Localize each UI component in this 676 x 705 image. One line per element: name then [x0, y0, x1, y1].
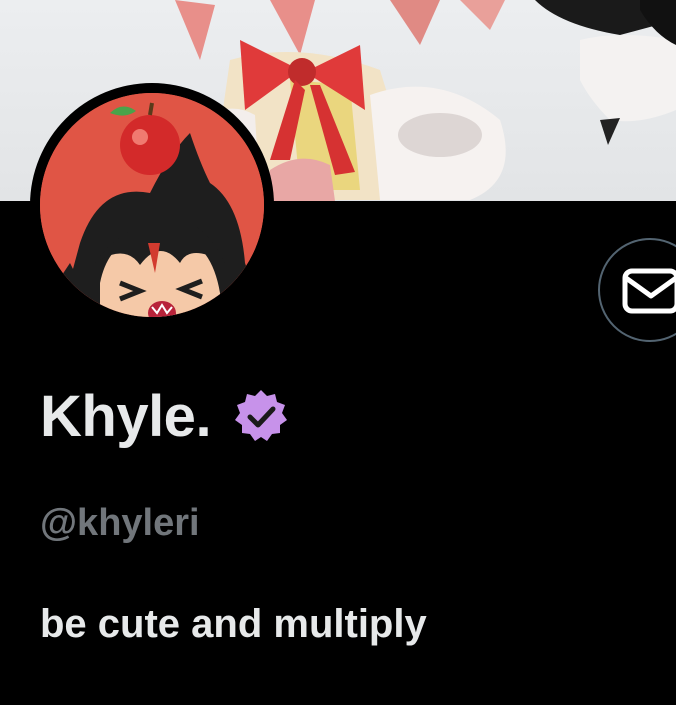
profile-avatar[interactable] [30, 83, 274, 327]
avatar-image [40, 93, 264, 317]
profile-bio: be cute and multiply [40, 602, 427, 646]
mail-icon [622, 268, 676, 314]
message-button[interactable] [598, 238, 676, 342]
user-handle: @khyleri [40, 502, 200, 544]
verified-badge-icon[interactable] [233, 388, 289, 444]
name-row: Khyle. [40, 376, 289, 456]
display-name: Khyle. [40, 383, 212, 449]
